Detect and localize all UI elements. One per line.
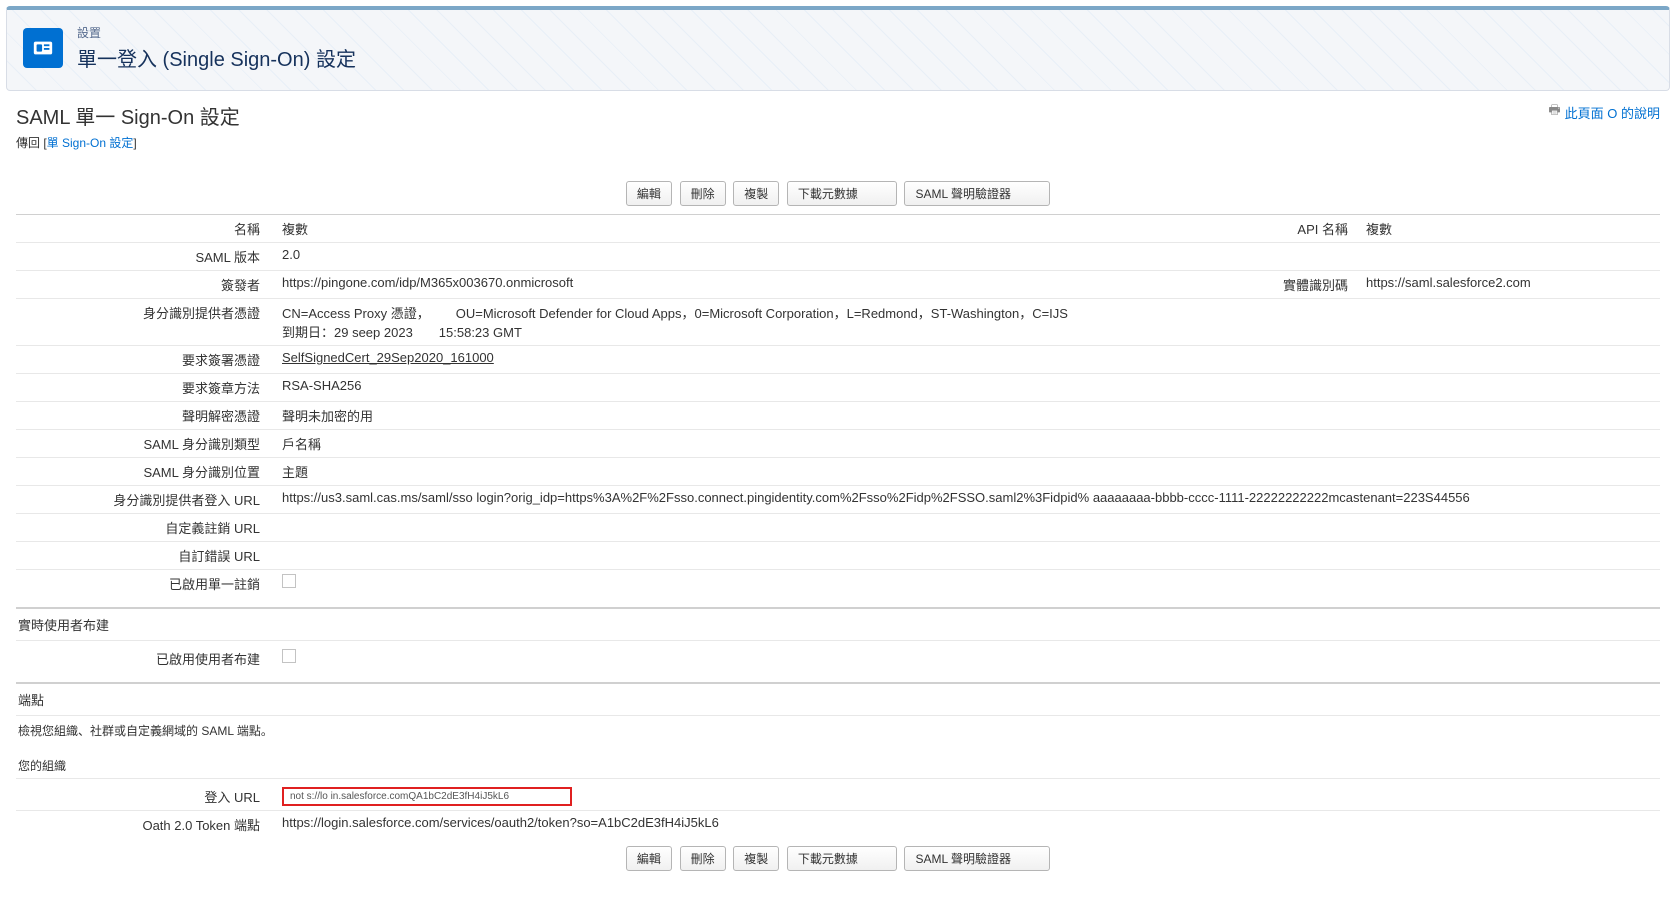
value-entity-id: https://saml.salesforce2.com: [1360, 271, 1660, 299]
value-oauth-endpoint: https://login.salesforce.com/services/oa…: [276, 811, 1660, 839]
label-req-sign-cert: 要求簽署憑證: [16, 346, 276, 374]
saml-validator-button-bottom[interactable]: SAML 聲明驗證器: [904, 846, 1050, 871]
clone-button[interactable]: 複製: [733, 181, 779, 206]
label-slo-enabled: 已啟用單一註銷: [16, 570, 276, 598]
label-saml-id-type: SAML 身分識別類型: [16, 430, 276, 458]
label-assert-decrypt-cert: 聲明解密憑證: [16, 402, 276, 430]
value-saml-id-type: 戶名稱: [276, 430, 1660, 458]
idp-cert-line2: 到期日：29 seep 2023 15:58:23 GMT: [282, 322, 1654, 341]
value-issuer: https://pingone.com/idp/M365x003670.onmi…: [276, 271, 1240, 299]
jit-checkbox: [282, 649, 296, 663]
label-entity-id: 實體識別碼: [1240, 271, 1360, 299]
value-slo-enabled: [276, 570, 1660, 598]
login-url-highlight: not s://lo in.salesforce.comQA1bC2dE3fH4…: [282, 787, 572, 806]
value-saml-version: 2.0: [276, 243, 1660, 271]
saml-detail-table: 名稱 複數 API 名稱 複數 SAML 版本 2.0 簽發者 https://…: [16, 214, 1660, 597]
section-endpoints-header: 端點: [16, 682, 1660, 716]
edit-button-bottom[interactable]: 編輯: [626, 846, 672, 871]
content-area: SAML 單一 Sign-On 設定 🖶 此頁面 О 的說明 傳回 [單 Sig…: [0, 101, 1676, 899]
idp-cert-line1: CN=Access Proxy 憑證， OU=Microsoft Defende…: [282, 303, 1654, 322]
back-link-row: 傳回 [單 Sign-On 設定]: [16, 134, 1660, 151]
value-idp-cert: CN=Access Proxy 憑證， OU=Microsoft Defende…: [276, 299, 1660, 346]
sso-settings-icon: [23, 28, 63, 68]
label-saml-version: SAML 版本: [16, 243, 276, 271]
print-icon: 🖶: [1548, 101, 1560, 123]
label-req-sign-method: 要求簽章方法: [16, 374, 276, 402]
value-idp-login-url: https://us3.saml.cas.ms/saml/sso login?o…: [276, 486, 1660, 514]
help-link-text: 此頁面 О 的說明: [1565, 103, 1660, 122]
label-issuer: 簽發者: [16, 271, 276, 299]
value-assert-decrypt-cert: 聲明未加密的用: [276, 402, 1660, 430]
value-jit-enabled: [276, 645, 1660, 672]
section-your-org: 您的組織: [16, 753, 1660, 779]
section-jit-header: 實時使用者布建: [16, 607, 1660, 641]
delete-button[interactable]: 刪除: [680, 181, 726, 206]
label-custom-logout-url: 自定義註銷 URL: [16, 514, 276, 542]
back-link[interactable]: 單 Sign-On 設定: [47, 136, 134, 150]
top-button-row: 編輯 刪除 複製 下載元數據 SAML 聲明驗證器: [16, 181, 1660, 206]
label-idp-login-url: 身分識別提供者登入 URL: [16, 486, 276, 514]
value-req-sign-method: RSA-SHA256: [276, 374, 1660, 402]
download-metadata-button-bottom[interactable]: 下載元數據: [787, 846, 897, 871]
value-login-url: not s://lo in.salesforce.comQA1bC2dE3fH4…: [276, 783, 1660, 811]
label-name: 名稱: [16, 215, 276, 243]
value-name: 複數: [276, 215, 1240, 243]
label-oauth-endpoint: Oath 2.0 Token 端點: [16, 811, 276, 839]
label-login-url: 登入 URL: [16, 783, 276, 811]
header-title: 單一登入 (Single Sign-On) 設定: [77, 43, 356, 72]
value-custom-logout-url: [276, 514, 1660, 542]
back-suffix: ]: [133, 136, 136, 150]
req-sign-cert-link[interactable]: SelfSignedCert_29Sep2020_161000: [282, 350, 494, 365]
delete-button-bottom[interactable]: 刪除: [680, 846, 726, 871]
label-idp-cert: 身分識別提供者憑證: [16, 299, 276, 346]
value-api-name: 複數: [1360, 215, 1660, 243]
saml-validator-button[interactable]: SAML 聲明驗證器: [904, 181, 1050, 206]
label-jit-enabled: 已啟用使用者布建: [16, 645, 276, 672]
help-link[interactable]: 🖶 此頁面 О 的說明: [1548, 101, 1660, 123]
value-req-sign-cert: SelfSignedCert_29Sep2020_161000: [276, 346, 1660, 374]
page-header: 設置 單一登入 (Single Sign-On) 設定: [6, 6, 1670, 91]
label-api-name: API 名稱: [1240, 215, 1360, 243]
value-custom-error-url: [276, 542, 1660, 570]
jit-table: 已啟用使用者布建: [16, 645, 1660, 672]
value-saml-id-loc: 主題: [276, 458, 1660, 486]
page-title: SAML 單一 Sign-On 設定: [16, 101, 240, 130]
download-metadata-button[interactable]: 下載元數據: [787, 181, 897, 206]
clone-button-bottom[interactable]: 複製: [733, 846, 779, 871]
label-saml-id-loc: SAML 身分識別位置: [16, 458, 276, 486]
slo-checkbox: [282, 574, 296, 588]
header-titles: 設置 單一登入 (Single Sign-On) 設定: [77, 24, 356, 72]
header-supertitle: 設置: [77, 24, 356, 41]
edit-button[interactable]: 編輯: [626, 181, 672, 206]
back-prefix: 傳回 [: [16, 136, 47, 150]
label-custom-error-url: 自訂錯誤 URL: [16, 542, 276, 570]
endpoints-table: 登入 URL not s://lo in.salesforce.comQA1bC…: [16, 783, 1660, 838]
bottom-button-row: 編輯 刪除 複製 下載元數據 SAML 聲明驗證器: [16, 846, 1660, 871]
section-endpoints-desc: 檢視您組織、社群或自定義網域的 SAML 端點。: [16, 716, 1660, 753]
